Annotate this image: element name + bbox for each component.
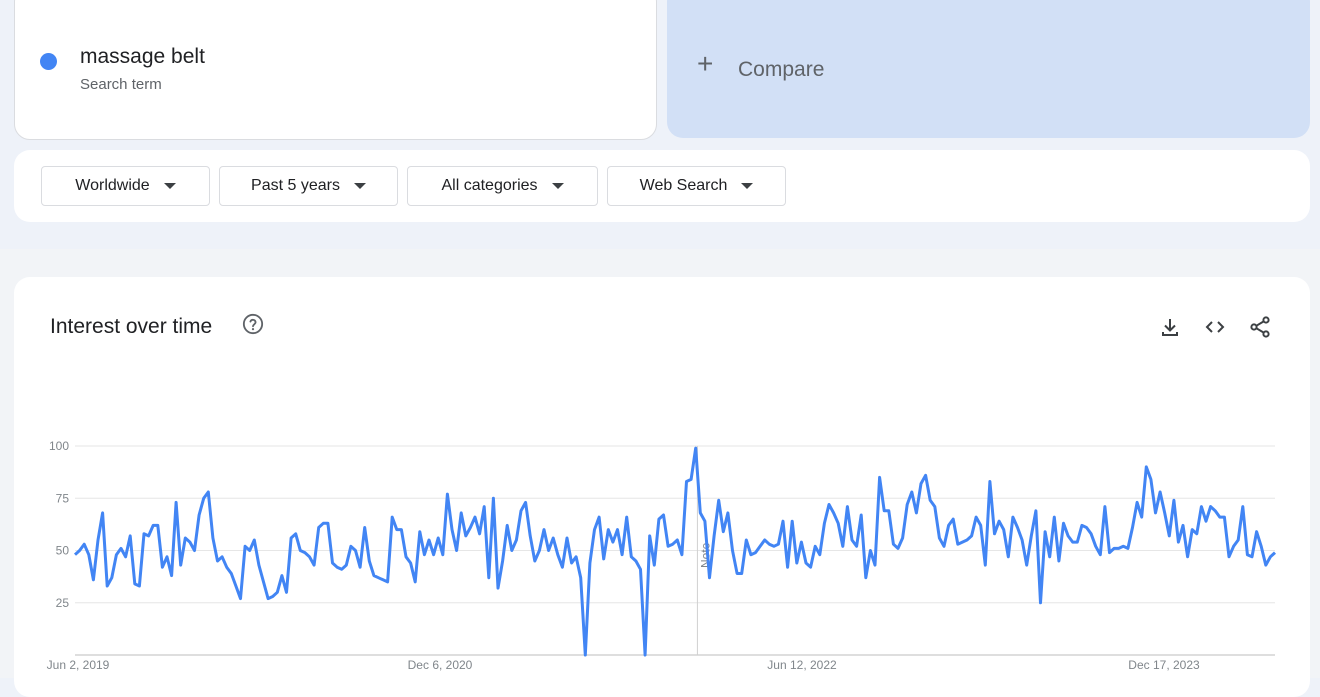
- y-tick-label: 100: [49, 439, 69, 453]
- series-line: [73, 446, 1277, 657]
- interest-over-time-chart: 255075100NoteJun 2, 2019 Dec 6, 2020 Jun 1…: [47, 439, 1277, 672]
- x-tick-label: Dec 17, 2023: [1128, 658, 1200, 672]
- x-tick-label: Jun 12, 2022: [767, 658, 837, 672]
- x-tick-label: Jun 2, 2019: [47, 658, 110, 672]
- y-tick-label: 50: [56, 544, 70, 558]
- y-tick-label: 25: [56, 596, 70, 610]
- x-tick-label: Dec 6, 2020: [408, 658, 473, 672]
- y-tick-label: 75: [56, 491, 70, 505]
